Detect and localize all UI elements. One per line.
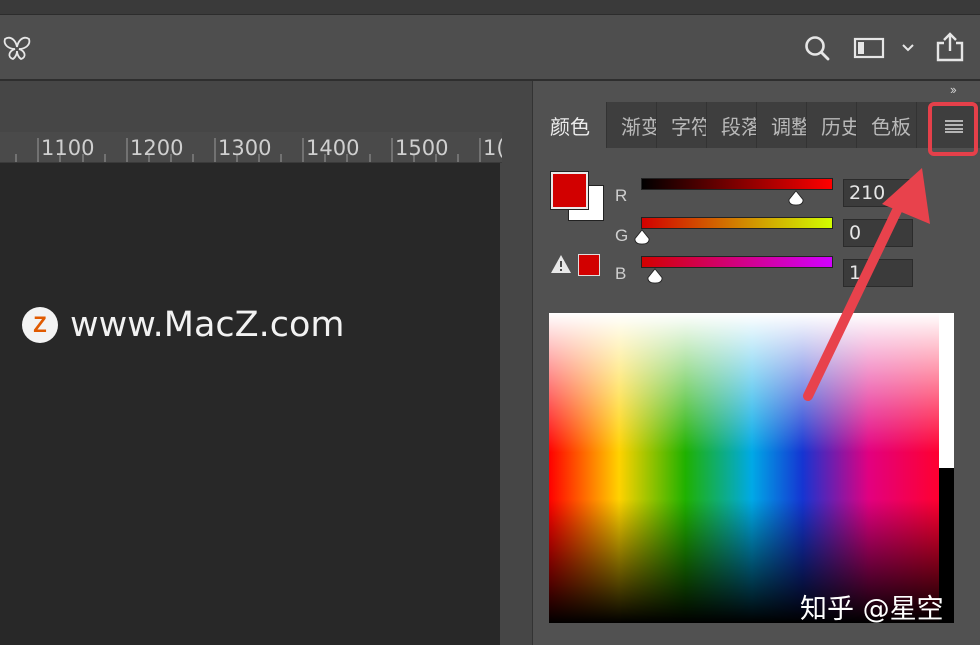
ruler-label: 1300 (218, 136, 272, 160)
watermark-logo: Z (22, 307, 58, 343)
tab-gradient[interactable]: 渐变 (607, 102, 657, 148)
channel-label-b: B (615, 264, 627, 283)
ruler-label: 1200 (130, 136, 184, 160)
channel-label-r: R (615, 186, 628, 205)
gamut-warning-swatch[interactable] (578, 254, 600, 276)
tab-paragraph[interactable]: 段落 (707, 102, 757, 148)
corner-watermark: 知乎 @星空 (800, 594, 944, 625)
chevron-down-icon[interactable] (898, 37, 918, 59)
watermark-site-text: www.MacZ.com (70, 305, 345, 345)
options-bar (0, 15, 980, 81)
ruler-label: 1400 (306, 136, 360, 160)
ruler-label: 1( (483, 136, 502, 160)
slider-thumb-b[interactable] (646, 268, 664, 284)
tab-adjustments[interactable]: 调整 (757, 102, 807, 148)
warning-icon[interactable] (550, 254, 572, 279)
canvas-gutter (502, 81, 530, 645)
site-watermark: Z www.MacZ.com (22, 305, 345, 345)
channel-label-g: G (615, 226, 629, 245)
ruler-label: 1500 (395, 136, 449, 160)
title-strip (0, 0, 980, 15)
butterfly-icon[interactable] (0, 29, 34, 65)
foreground-color-swatch[interactable] (550, 171, 589, 210)
tab-swatches[interactable]: 色板 (857, 102, 917, 148)
tab-history[interactable]: 历史 (807, 102, 857, 148)
black-white-strip[interactable] (939, 313, 954, 623)
panel-tab-bar: 颜色 渐变 字符 段落 调整 历史 色板 (535, 102, 980, 148)
slider-thumb-g[interactable] (633, 229, 651, 245)
menu-highlight-box (928, 102, 978, 156)
ruler-label: 1100 (41, 136, 95, 160)
workspace-icon[interactable] (852, 33, 886, 63)
horizontal-ruler: 1100 1200 1300 1400 1500 1( (0, 132, 502, 163)
collapse-panel-icon[interactable]: ›› (950, 82, 957, 97)
tab-character[interactable]: 字符 (657, 102, 707, 148)
document-canvas[interactable] (0, 163, 500, 645)
share-icon[interactable] (932, 29, 968, 65)
tab-color[interactable]: 颜色 (535, 102, 607, 148)
annotation-arrow (803, 168, 930, 401)
search-icon[interactable] (800, 31, 834, 65)
